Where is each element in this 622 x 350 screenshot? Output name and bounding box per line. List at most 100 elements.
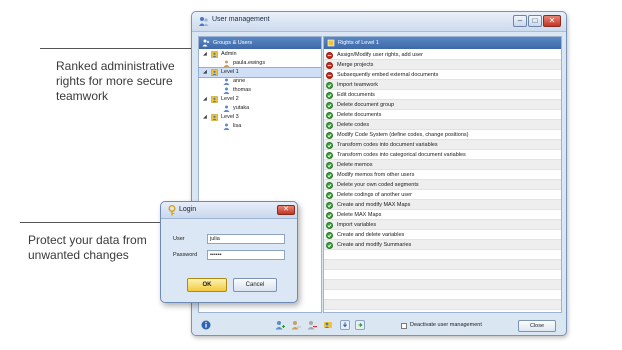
right-row[interactable]: Delete memos (324, 160, 561, 170)
tree-item-label: Level 3 (221, 114, 239, 120)
right-row[interactable]: Transform codes into document variables (324, 140, 561, 150)
allowed-check-icon[interactable] (326, 141, 333, 149)
right-row[interactable]: Transform codes into categorical documen… (324, 150, 561, 160)
right-row[interactable]: Delete documents (324, 110, 561, 120)
user-input[interactable]: julia (207, 234, 285, 244)
denied-minus-icon[interactable] (326, 61, 333, 69)
users-icon (199, 17, 209, 26)
allowed-check-icon[interactable] (326, 111, 333, 119)
right-label: Subsequently embed external documents (337, 72, 439, 78)
user-icon (223, 87, 230, 94)
empty-row (324, 300, 561, 310)
allowed-check-icon[interactable] (326, 191, 333, 199)
allowed-check-icon[interactable] (326, 241, 333, 249)
ok-button[interactable]: OK (187, 278, 227, 292)
expand-triangle-icon[interactable]: ◢ (203, 50, 207, 59)
empty-row (324, 290, 561, 300)
login-titlebar: Login ✕ (161, 202, 297, 219)
right-row[interactable]: Modify memos from other users (324, 170, 561, 180)
right-label: Delete your own coded segments (337, 182, 419, 188)
tree-item-label: Level 2 (221, 96, 239, 102)
password-input[interactable]: •••••• (207, 250, 285, 260)
right-row[interactable]: Delete codes (324, 120, 561, 130)
right-label: Transform codes into document variables (337, 142, 438, 148)
allowed-check-icon[interactable] (326, 151, 333, 159)
export-icon[interactable] (355, 320, 365, 330)
expand-triangle-icon[interactable]: ◢ (203, 113, 207, 122)
add-user-icon[interactable] (275, 320, 285, 330)
tree-user-item[interactable]: lisa (199, 122, 321, 131)
tree-group-item[interactable]: ◢ Admin (199, 50, 321, 59)
right-row[interactable]: Delete your own coded segments (324, 180, 561, 190)
window-close-button[interactable]: ✕ (543, 15, 561, 27)
allowed-check-icon[interactable] (326, 231, 333, 239)
tree-group-item[interactable]: ◢ Level 2 (199, 95, 321, 104)
tree-item-label: thomas (233, 87, 252, 93)
add-group-icon[interactable] (323, 320, 333, 330)
right-label: Import variables (337, 222, 377, 228)
right-row[interactable]: Import variables (324, 220, 561, 230)
expand-triangle-icon[interactable]: ◢ (203, 68, 207, 77)
right-row[interactable]: Edit documents (324, 90, 561, 100)
allowed-check-icon[interactable] (326, 91, 333, 99)
tree-user-item[interactable]: paula.ewings (199, 59, 321, 68)
allowed-check-icon[interactable] (326, 81, 333, 89)
window-titlebar: User management – □ ✕ (192, 12, 566, 32)
login-close-button[interactable]: ✕ (277, 205, 295, 215)
tree-group-item[interactable]: ◢ Level 3 (199, 113, 321, 122)
callout-line-bottom (20, 222, 170, 223)
expand-triangle-icon[interactable]: ◢ (203, 95, 207, 104)
info-icon[interactable] (201, 320, 211, 330)
groups-users-header-label: Groups & Users (213, 40, 253, 46)
right-row[interactable]: Delete MAX Maps (324, 210, 561, 220)
allowed-check-icon[interactable] (326, 171, 333, 179)
delete-user-icon[interactable] (307, 320, 317, 330)
tree-item-label: lisa (233, 123, 242, 129)
denied-minus-icon[interactable] (326, 71, 333, 79)
tree-user-item[interactable]: anne (199, 77, 321, 86)
allowed-check-icon[interactable] (326, 131, 333, 139)
right-row[interactable]: Delete document group (324, 100, 561, 110)
right-row[interactable]: Modify Code System (define codes, change… (324, 130, 561, 140)
right-label: Delete documents (337, 112, 382, 118)
minimize-button[interactable]: – (513, 15, 527, 27)
tree-item-label: Admin (221, 51, 237, 57)
empty-row (324, 280, 561, 290)
allowed-check-icon[interactable] (326, 181, 333, 189)
user-icon (223, 123, 230, 130)
allowed-check-icon[interactable] (326, 211, 333, 219)
tree-item-label: paula.ewings (233, 60, 266, 66)
cancel-button[interactable]: Cancel (233, 278, 277, 292)
import-icon[interactable] (340, 320, 350, 330)
right-row[interactable]: Delete codings of another user (324, 190, 561, 200)
tree-item-label: yutaka (233, 105, 250, 111)
right-label: Edit documents (337, 92, 375, 98)
maximize-button[interactable]: □ (528, 15, 542, 27)
group-icon (211, 69, 218, 76)
right-row[interactable]: Merge projects (324, 60, 561, 70)
denied-minus-icon[interactable] (326, 51, 333, 59)
tree-user-item[interactable]: yutaka (199, 104, 321, 113)
allowed-check-icon[interactable] (326, 121, 333, 129)
allowed-check-icon[interactable] (326, 161, 333, 169)
right-label: Transform codes into categorical documen… (337, 152, 466, 158)
tree-item-label: Level 1 (221, 69, 239, 75)
right-row[interactable]: Assign/Modify user rights, add user (324, 50, 561, 60)
key-icon (168, 205, 176, 216)
allowed-check-icon[interactable] (326, 221, 333, 229)
empty-row (324, 260, 561, 270)
right-row[interactable]: Import teamwork (324, 80, 561, 90)
right-row[interactable]: Subsequently embed external documents (324, 70, 561, 80)
right-row[interactable]: Create and delete variables (324, 230, 561, 240)
tree-user-item[interactable]: thomas (199, 86, 321, 95)
deactivate-user-management-checkbox[interactable] (401, 323, 407, 329)
right-row[interactable]: Create and modify Summaries (324, 240, 561, 250)
edit-user-icon[interactable] (291, 320, 301, 330)
rights-header-icon (327, 39, 335, 47)
tree-group-item[interactable]: ◢ Level 1 (198, 67, 322, 78)
allowed-check-icon[interactable] (326, 101, 333, 109)
right-row[interactable]: Create and modify MAX Maps (324, 200, 561, 210)
close-button[interactable]: Close (518, 320, 556, 332)
allowed-check-icon[interactable] (326, 201, 333, 209)
password-label: Password (173, 252, 198, 258)
